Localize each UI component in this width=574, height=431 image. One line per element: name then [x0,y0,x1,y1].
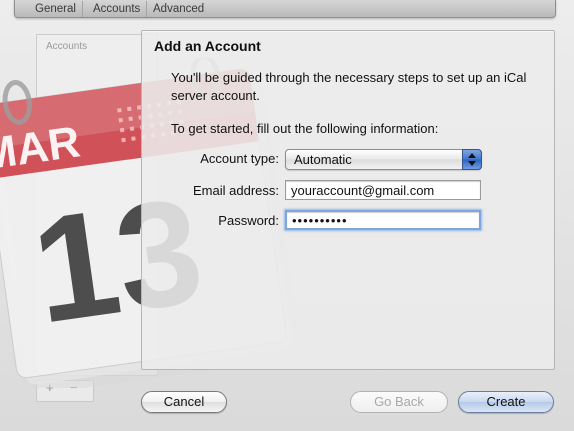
accounts-sidebar-title: Accounts [46,41,88,52]
accounts-sidebar [36,34,158,376]
sheet-title: Add an Account [154,38,261,54]
sheet-instructions: To get started, fill out the following i… [171,121,439,136]
add-remove-account-control[interactable] [36,380,94,402]
account-type-popup[interactable]: Automatic [285,149,482,170]
add-account-icon[interactable]: + [46,380,54,395]
go-back-button[interactable]: Go Back [350,391,448,413]
cancel-button[interactable]: Cancel [141,391,227,413]
preferences-toolbar: General Accounts Advanced [14,0,556,18]
create-button[interactable]: Create [458,391,554,413]
sheet-intro-text: You'll be guided through the necessary s… [171,70,527,103]
tab-advanced[interactable]: Advanced [147,1,210,17]
account-type-label: Account type: [200,151,279,166]
password-label: Password: [218,213,279,228]
email-field[interactable]: youraccount@gmail.com [285,180,481,200]
remove-account-icon[interactable]: − [70,380,78,395]
tab-general[interactable]: General [29,1,83,17]
tab-accounts[interactable]: Accounts [87,1,148,17]
password-field[interactable]: •••••••••• [285,210,481,230]
email-address-label: Email address: [193,183,279,198]
popup-arrows-icon [462,149,482,170]
account-type-value: Automatic [294,152,352,167]
